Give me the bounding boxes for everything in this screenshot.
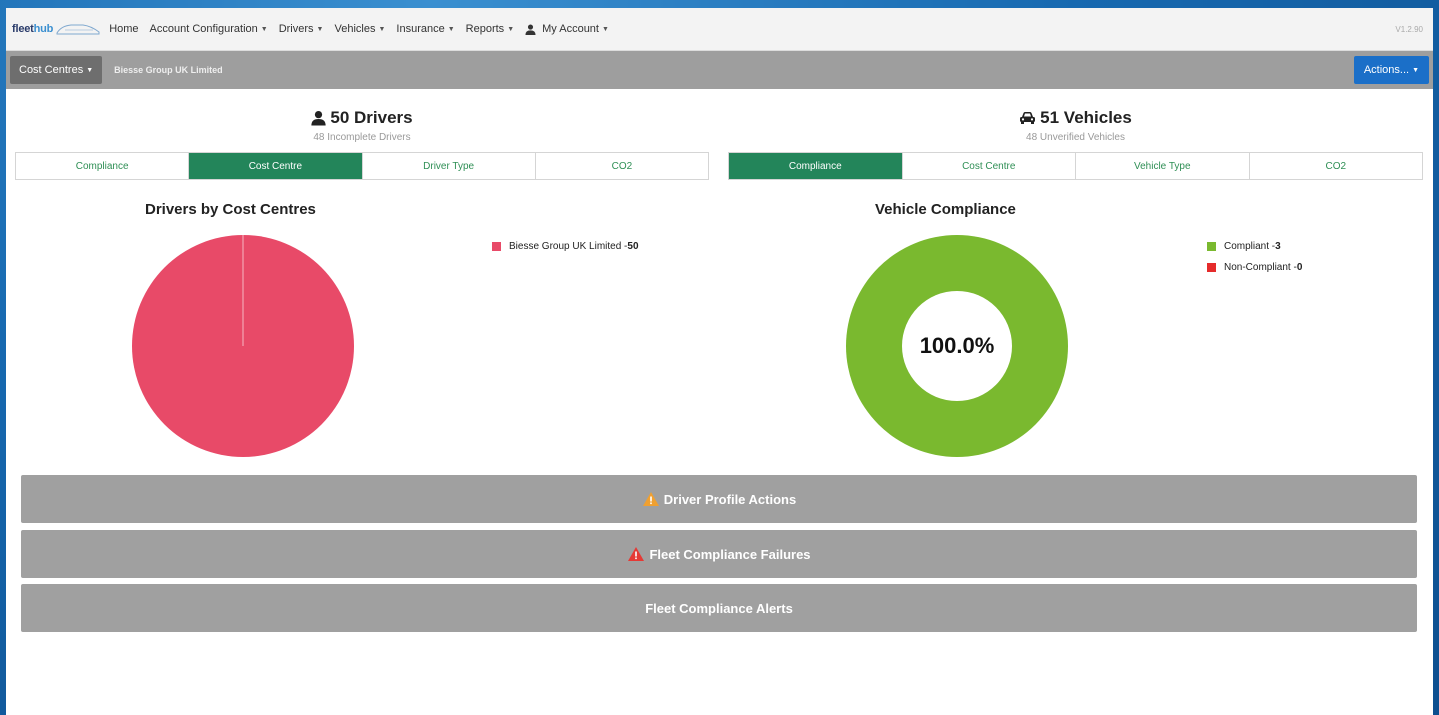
vehicles-chart-title: Vehicle Compliance (875, 201, 1016, 218)
legend-value: 50 (627, 241, 639, 252)
driver-profile-actions-bar[interactable]: Driver Profile Actions (21, 475, 1417, 523)
donut-center-label: 100.0% (920, 333, 995, 358)
legend-label: Non-Compliant - (1224, 262, 1297, 273)
user-icon (525, 23, 536, 35)
actions-dropdown-button[interactable]: Actions... ▼ (1353, 56, 1429, 84)
vehicles-count: 51 Vehicles (1040, 108, 1132, 127)
nav-home-label: Home (109, 23, 139, 35)
drivers-chart-title: Drivers by Cost Centres (145, 201, 316, 218)
legend-value: 3 (1275, 241, 1281, 252)
breadcrumb-current-company: Biesse Group UK Limited (114, 65, 223, 75)
caret-down-icon: ▼ (447, 25, 455, 33)
caret-down-icon: ▼ (378, 25, 386, 33)
drivers-headline: 50 Drivers (15, 106, 709, 130)
vehicles-chart-legend: Compliant - 3 Non-Compliant - 0 (1207, 241, 1302, 283)
tab-vehicle-cost-centre[interactable]: Cost Centre (903, 153, 1076, 179)
legend-item-compliant[interactable]: Compliant - 3 (1207, 241, 1302, 252)
tab-vehicle-co2[interactable]: CO2 (1250, 153, 1423, 179)
vehicles-headline: 51 Vehicles (728, 106, 1423, 130)
cost-centres-label: Cost Centres (19, 64, 84, 76)
bar-label: Fleet Compliance Failures (649, 546, 811, 562)
nav-insurance-label: Insurance (396, 23, 445, 35)
fleet-compliance-alerts-bar[interactable]: Fleet Compliance Alerts (21, 584, 1417, 632)
caret-down-icon: ▼ (507, 25, 515, 33)
nav-reports-label: Reports (465, 23, 505, 35)
nav-vehicles-label: Vehicles (334, 23, 376, 35)
legend-label: Biesse Group UK Limited - (509, 241, 628, 252)
legend-swatch (1207, 263, 1216, 272)
drivers-pie-chart (132, 235, 354, 457)
alert-icon (628, 547, 645, 561)
nav-my-account-label: My Account (542, 23, 599, 35)
caret-down-icon: ▼ (260, 25, 268, 33)
unverified-vehicles-text: 48 Unverified Vehicles (1026, 132, 1125, 143)
vehicles-tabs: Compliance Cost Centre Vehicle Type CO2 (728, 152, 1423, 180)
caret-down-icon: ▼ (1412, 66, 1419, 74)
logo-text-fleet: fleet (12, 23, 34, 35)
caret-down-icon: ▼ (86, 66, 94, 74)
nav-account-configuration-label: Account Configuration (149, 23, 258, 35)
nav-drivers-label: Drivers (278, 23, 314, 35)
app-frame: fleethub Home Account Configuration ▼ Dri… (6, 8, 1433, 715)
incomplete-drivers-text: 48 Incomplete Drivers (313, 132, 411, 143)
tab-vehicle-compliance[interactable]: Compliance (729, 153, 903, 179)
nav-insurance[interactable]: Insurance ▼ (396, 23, 454, 35)
car-logo-icon (56, 24, 100, 35)
legend-value: 0 (1296, 262, 1303, 273)
cost-centres-dropdown-button[interactable]: Cost Centres ▼ (10, 56, 103, 84)
fleet-compliance-failures-bar[interactable]: Fleet Compliance Failures (21, 530, 1417, 578)
nav-home[interactable]: Home (109, 23, 138, 35)
car-icon (1020, 112, 1036, 124)
vehicles-panel: 51 Vehicles 48 Unverified Vehicles Compl… (728, 106, 1423, 180)
fleethub-logo[interactable]: fleethub (12, 22, 101, 36)
caret-down-icon: ▼ (316, 25, 324, 33)
actions-label: Actions... (1363, 64, 1410, 76)
logo-text-hub: hub (33, 23, 54, 35)
nav-account-configuration[interactable]: Account Configuration ▼ (150, 23, 268, 35)
drivers-panel: 50 Drivers 48 Incomplete Drivers Complia… (15, 106, 709, 180)
legend-item-non-compliant[interactable]: Non-Compliant - 0 (1207, 262, 1302, 273)
warning-icon (642, 492, 659, 506)
vehicles-donut-chart: 100.0% (846, 235, 1068, 457)
nav-my-account[interactable]: My Account ▼ (525, 23, 609, 35)
drivers-chart-legend: Biesse Group UK Limited - 50 (492, 241, 639, 262)
legend-swatch (492, 242, 501, 251)
nav-reports[interactable]: Reports ▼ (466, 23, 514, 35)
context-bar: Cost Centres ▼ Biesse Group UK Limited Ac… (6, 51, 1433, 89)
tab-driver-compliance[interactable]: Compliance (16, 153, 190, 179)
bar-label: Fleet Compliance Alerts (645, 600, 793, 616)
tab-driver-cost-centre[interactable]: Cost Centre (189, 153, 363, 179)
drivers-count: 50 Drivers (330, 108, 413, 127)
tab-driver-type[interactable]: Driver Type (363, 153, 536, 179)
nav-vehicles[interactable]: Vehicles ▼ (334, 23, 385, 35)
user-icon (311, 111, 326, 126)
logo-text: fleethub (12, 23, 53, 35)
nav-drivers[interactable]: Drivers ▼ (279, 23, 324, 35)
tab-vehicle-type[interactable]: Vehicle Type (1076, 153, 1250, 179)
app-version: V1.2.90 (1395, 24, 1423, 34)
top-navbar: fleethub Home Account Configuration ▼ Dri… (6, 8, 1433, 51)
legend-swatch (1207, 242, 1216, 251)
legend-label: Compliant - (1224, 241, 1276, 252)
caret-down-icon: ▼ (601, 25, 609, 33)
drivers-tabs: Compliance Cost Centre Driver Type CO2 (15, 152, 709, 180)
bar-label: Driver Profile Actions (663, 491, 797, 507)
tab-driver-co2[interactable]: CO2 (536, 153, 708, 179)
legend-item-biesse[interactable]: Biesse Group UK Limited - 50 (492, 241, 639, 252)
